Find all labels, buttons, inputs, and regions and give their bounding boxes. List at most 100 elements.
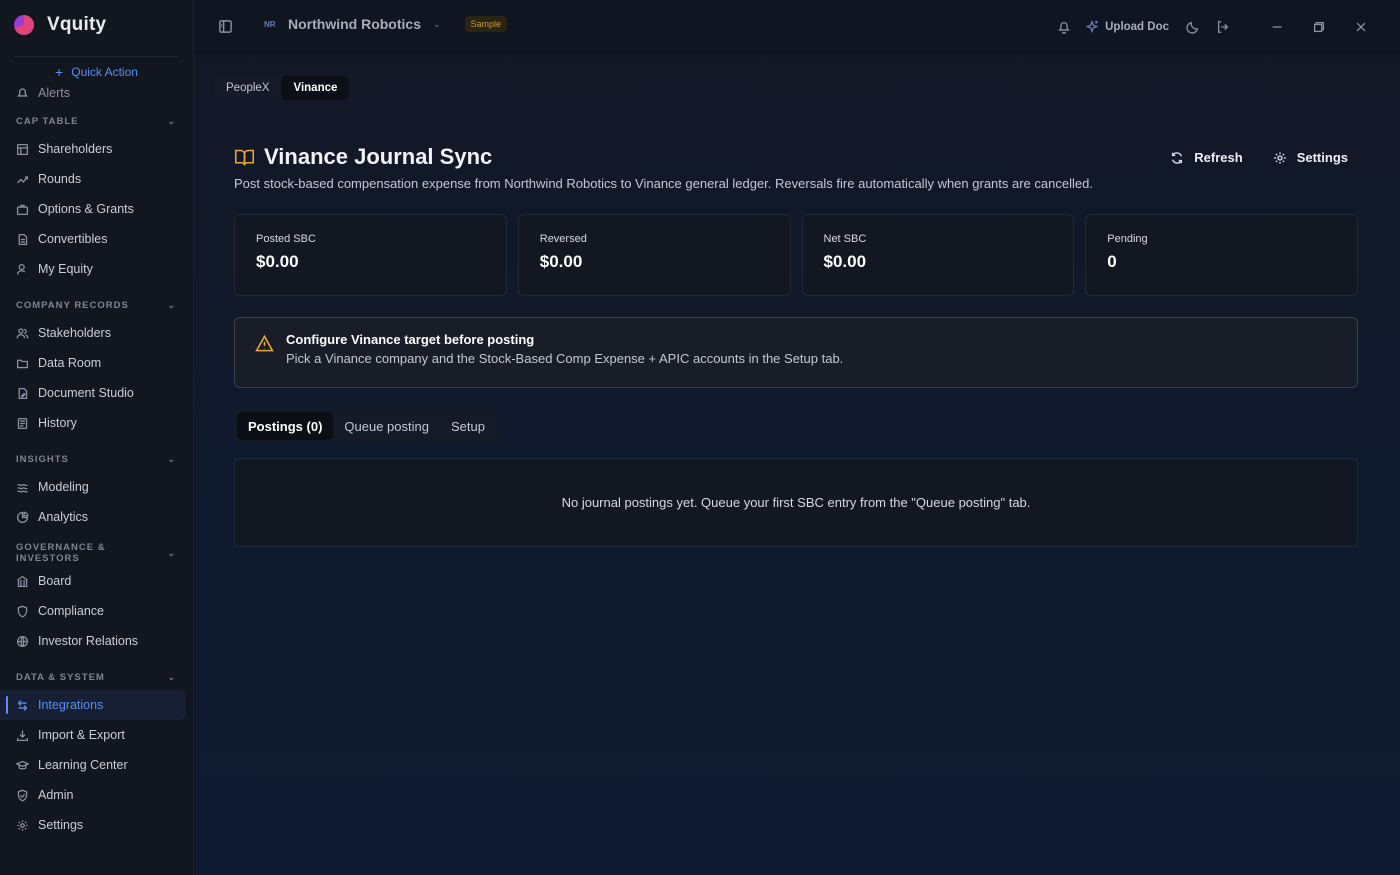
sidebar-item-compliance[interactable]: Compliance [0, 596, 193, 626]
sidebar-item-integrations[interactable]: Integrations [0, 690, 186, 720]
close-icon[interactable] [1354, 20, 1368, 34]
tab-queue-posting[interactable]: Queue posting [333, 412, 440, 440]
company-name: Northwind Robotics [288, 16, 421, 32]
sidebar-item-import-export[interactable]: Import & Export [0, 720, 193, 750]
history-icon [17, 417, 28, 429]
sidebar-item-convertibles[interactable]: Convertibles [0, 224, 193, 254]
stat-posted-sbc: Posted SBC $0.00 [234, 214, 507, 296]
refresh-icon [1172, 151, 1183, 164]
vquity-logo-icon [14, 15, 34, 35]
page-title-text: Vinance Journal Sync [264, 144, 493, 169]
tab-peoplex[interactable]: PeopleX [214, 76, 281, 100]
empty-state-message: No journal postings yet. Queue your firs… [561, 495, 1031, 510]
section-cap-table[interactable]: CAP TABLE ⌄ [0, 100, 193, 134]
sidebar-item-alerts[interactable]: Alerts [0, 86, 193, 100]
download-icon [16, 730, 29, 741]
sidebar-item-my-equity[interactable]: My Equity [0, 254, 193, 284]
section-governance-investors[interactable]: GOVERNANCE & INVESTORS ⌄ [0, 532, 193, 566]
user-icon [16, 263, 26, 274]
alert-icon [17, 88, 28, 97]
logout-icon[interactable] [1216, 20, 1230, 34]
sidebar-toggle-icon[interactable] [218, 19, 233, 34]
tab-setup[interactable]: Setup [440, 412, 496, 440]
section-company-records[interactable]: COMPANY RECORDS ⌄ [0, 284, 193, 318]
stat-label: Reversed [539, 233, 587, 245]
sidebar: Vquity + Quick Action Alerts CAP TABLE ⌄ … [0, 0, 194, 875]
sample-badge: Sample [464, 16, 508, 32]
alert-title: Configure Vinance target before posting [286, 332, 535, 347]
section-data-system[interactable]: DATA & SYSTEM ⌄ [0, 656, 193, 690]
chevron-down-icon: ⌄ [433, 18, 441, 29]
shield-check-icon [17, 789, 28, 801]
company-switcher[interactable]: NR Northwind Robotics ⌄ Sample [264, 16, 508, 32]
sidebar-item-document-studio[interactable]: Document Studio [0, 378, 193, 408]
app-name: Vquity [47, 14, 107, 35]
page-title: Vinance Journal Sync [234, 144, 492, 170]
chevron-down-icon: ⌄ [167, 671, 176, 682]
sidebar-nav: Alerts CAP TABLE ⌄ Shareholders Rounds Op… [0, 86, 193, 840]
stat-value: $0.00 [256, 252, 299, 271]
stat-label: Net SBC [823, 233, 867, 245]
gear-icon [1274, 151, 1286, 164]
sidebar-item-investor-relations[interactable]: Investor Relations [0, 626, 193, 656]
stat-net-sbc: Net SBC $0.00 [801, 214, 1075, 296]
page-description: Post stock-based compensation expense fr… [234, 176, 1093, 191]
sidebar-item-analytics[interactable]: Analytics [0, 502, 193, 532]
chevron-down-icon: ⌄ [167, 299, 176, 310]
stat-pending: Pending 0 [1085, 214, 1358, 296]
stat-label: Posted SBC [256, 233, 316, 245]
tab-vinance[interactable]: Vinance [281, 76, 350, 100]
restore-icon[interactable] [1312, 20, 1326, 34]
tab-postings[interactable]: Postings (0) [237, 412, 334, 440]
stat-value: $0.00 [823, 252, 867, 271]
chevron-down-icon: ⌄ [167, 115, 176, 126]
upload-doc-button[interactable]: Upload Doc [1085, 20, 1169, 34]
sidebar-item-admin[interactable]: Admin [0, 780, 193, 810]
shield-icon [17, 605, 28, 617]
journal-tabs: Postings (0) Queue posting Setup [234, 409, 499, 443]
stat-reversed: Reversed $0.00 [517, 214, 791, 296]
sidebar-item-modeling[interactable]: Modeling [0, 472, 193, 502]
sidebar-item-board[interactable]: Board [0, 566, 193, 596]
sidebar-item-learning-center[interactable]: Learning Center [0, 750, 193, 780]
stats-row: Posted SBC $0.00 Reversed $0.00 Net SBC … [234, 214, 1358, 296]
quick-action-button[interactable]: + Quick Action [14, 56, 179, 86]
settings-button[interactable]: Settings [1273, 150, 1348, 165]
company-initials: NR [264, 19, 276, 29]
briefcase-icon [16, 204, 29, 215]
folder-icon [16, 359, 29, 368]
sidebar-item-data-room[interactable]: Data Room [0, 348, 193, 378]
gear-icon [17, 819, 28, 831]
sidebar-item-history[interactable]: History [0, 408, 193, 438]
stat-value: $0.00 [539, 252, 583, 271]
chevron-down-icon: ⌄ [167, 547, 176, 558]
refresh-button[interactable]: Refresh [1170, 150, 1243, 165]
sidebar-item-options-grants[interactable]: Options & Grants [0, 194, 193, 224]
document-icon [18, 233, 28, 245]
main-content: NR Northwind Robotics ⌄ Sample Upload Do… [194, 0, 1400, 875]
building-icon [17, 575, 28, 587]
stat-value: 0 [1107, 252, 1117, 271]
bell-icon[interactable] [1057, 20, 1071, 34]
book-open-icon [234, 149, 255, 166]
users-icon [16, 327, 29, 338]
minimize-icon[interactable] [1270, 20, 1284, 34]
swap-arrows-icon [17, 699, 28, 711]
sidebar-item-settings[interactable]: Settings [0, 810, 193, 840]
section-insights[interactable]: INSIGHTS ⌄ [0, 438, 193, 472]
topbar: NR Northwind Robotics ⌄ Sample Upload Do… [194, 0, 1400, 54]
brand[interactable]: Vquity [0, 0, 193, 50]
moon-icon[interactable] [1186, 20, 1200, 34]
warning-icon [255, 334, 274, 352]
chevron-down-icon: ⌄ [167, 453, 176, 464]
pie-chart-icon [17, 511, 29, 523]
sidebar-item-shareholders[interactable]: Shareholders [0, 134, 193, 164]
topbar-actions: Upload Doc [1057, 0, 1400, 54]
integration-tabs: PeopleX Vinance [214, 76, 350, 100]
edit-document-icon [18, 387, 28, 399]
sidebar-item-stakeholders[interactable]: Stakeholders [0, 318, 193, 348]
configuration-alert: Configure Vinance target before posting … [234, 317, 1358, 388]
graduation-cap-icon [16, 760, 29, 770]
sidebar-item-rounds[interactable]: Rounds [0, 164, 193, 194]
globe-icon [16, 635, 29, 647]
